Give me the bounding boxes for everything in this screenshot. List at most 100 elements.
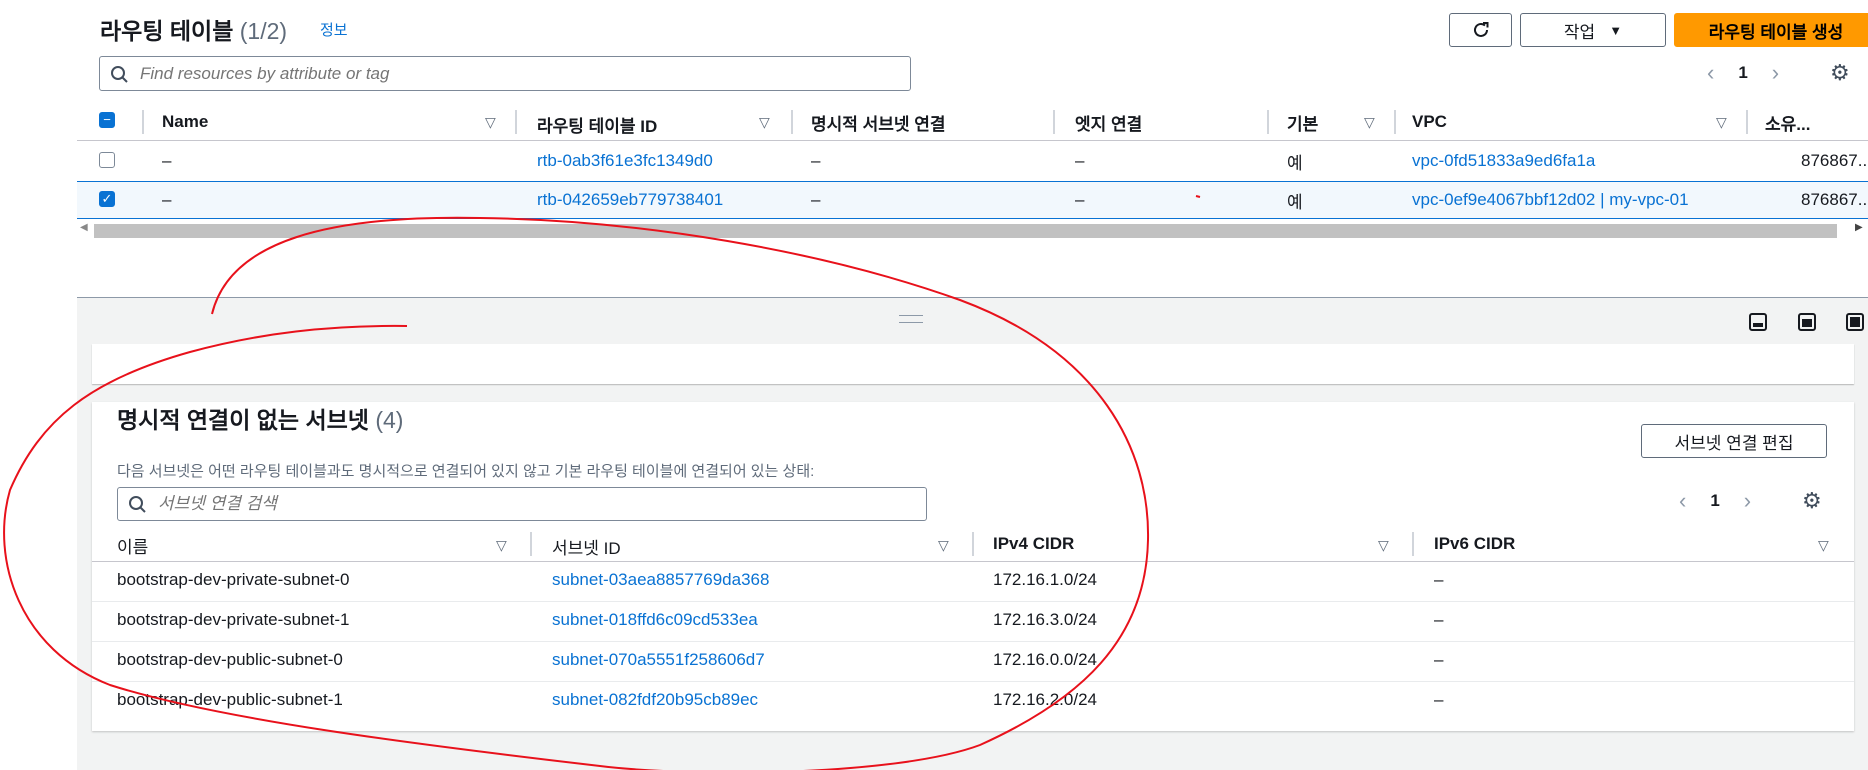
- page-number[interactable]: 1: [1710, 491, 1719, 511]
- create-route-table-button[interactable]: 라우팅 테이블 생성: [1674, 13, 1868, 47]
- sort-icon[interactable]: ▽: [938, 537, 949, 554]
- actions-label: 작업: [1563, 22, 1596, 42]
- table-row[interactable]: bootstrap-dev-public-subnet-1 subnet-082…: [92, 682, 1854, 721]
- subnets-pagination: ‹ 1 ›: [1679, 488, 1751, 514]
- subnet-id-link[interactable]: subnet-018ffd6c09cd533ea: [552, 610, 758, 630]
- sort-icon[interactable]: ▽: [1378, 537, 1389, 554]
- subnet-id-link[interactable]: subnet-03aea8857769da368: [552, 570, 769, 590]
- horizontal-scrollbar[interactable]: ◀ ▶: [77, 222, 1868, 240]
- column-divider: [1394, 110, 1396, 134]
- subnet-ipv4: 172.16.1.0/24: [993, 570, 1097, 589]
- chevron-left-icon[interactable]: ‹: [1679, 488, 1686, 514]
- col-subnet-name[interactable]: 이름: [117, 533, 148, 558]
- actions-dropdown[interactable]: 작업 ▼: [1520, 13, 1666, 47]
- info-link[interactable]: 정보: [320, 19, 348, 40]
- subnet-ipv6: –: [1434, 570, 1444, 589]
- table-row[interactable]: bootstrap-dev-public-subnet-0 subnet-070…: [92, 642, 1854, 682]
- column-divider: [142, 110, 144, 134]
- sort-icon[interactable]: ▽: [1716, 114, 1727, 131]
- col-ipv4-cidr[interactable]: IPv4 CIDR: [993, 534, 1074, 554]
- row-explicit: –: [811, 190, 821, 209]
- subnet-name: bootstrap-dev-private-subnet-0: [117, 570, 350, 589]
- edit-subnet-associations-button[interactable]: 서브넷 연결 편집: [1641, 424, 1827, 458]
- panel-side-icon[interactable]: [1797, 312, 1817, 337]
- route-tables-panel: 라우팅 테이블 (1/2) 정보 작업 ▼ 라우팅 테이블 생성 ‹ 1 › ⚙…: [77, 0, 1868, 298]
- route-tables-count: (1/2): [239, 18, 288, 44]
- table-row[interactable]: [77, 141, 1868, 181]
- sort-icon[interactable]: ▽: [1364, 114, 1375, 131]
- page-number[interactable]: 1: [1738, 63, 1747, 83]
- route-table-id-link[interactable]: rtb-0ab3f61e3fc1349d0: [537, 151, 713, 171]
- sort-icon[interactable]: ▽: [1818, 537, 1829, 554]
- subnet-name: bootstrap-dev-public-subnet-0: [117, 650, 343, 669]
- sort-icon[interactable]: ▽: [485, 114, 496, 131]
- route-tables-search[interactable]: [99, 56, 911, 91]
- sort-icon[interactable]: ▽: [759, 114, 770, 131]
- chevron-right-icon[interactable]: ›: [1772, 60, 1779, 86]
- col-vpc[interactable]: VPC: [1412, 112, 1447, 132]
- row-explicit: –: [811, 151, 821, 170]
- subnet-ipv4: 172.16.2.0/24: [993, 690, 1097, 709]
- scroll-left-icon[interactable]: ◀: [80, 222, 88, 233]
- vpc-link[interactable]: vpc-0ef9e4067bbf12d02 | my-vpc-01: [1412, 190, 1689, 210]
- route-table-id-link[interactable]: rtb-042659eb779738401: [537, 190, 723, 210]
- subnets-count: (4): [375, 407, 404, 433]
- subnet-ipv6: –: [1434, 690, 1444, 709]
- column-divider: [1053, 110, 1055, 134]
- row-owner: 876867...: [1801, 190, 1868, 209]
- table-row[interactable]: bootstrap-dev-private-subnet-1 subnet-01…: [92, 602, 1854, 642]
- column-divider: [530, 532, 532, 556]
- col-explicit-subnet[interactable]: 명시적 서브넷 연결: [811, 110, 946, 135]
- col-route-table-id[interactable]: 라우팅 테이블 ID: [537, 112, 657, 137]
- col-owner[interactable]: 소유...: [1765, 110, 1810, 135]
- row-owner: 876867...: [1801, 151, 1868, 170]
- refresh-button[interactable]: [1449, 13, 1512, 47]
- column-divider: [515, 110, 517, 134]
- row-checkbox[interactable]: ✓: [99, 191, 115, 207]
- row-main: 예: [1287, 154, 1303, 173]
- subnet-ipv6: –: [1434, 650, 1444, 669]
- column-divider: [1267, 110, 1269, 134]
- subnet-name: bootstrap-dev-public-subnet-1: [117, 690, 343, 709]
- chevron-left-icon[interactable]: ‹: [1707, 60, 1714, 86]
- route-tables-pagination: ‹ 1 ›: [1707, 60, 1779, 86]
- col-main[interactable]: 기본: [1287, 110, 1318, 135]
- search-icon: [129, 496, 146, 513]
- col-name[interactable]: Name: [162, 112, 208, 132]
- select-all-checkbox[interactable]: −: [99, 112, 115, 128]
- resize-handle-icon[interactable]: [899, 315, 923, 323]
- subnet-ipv4: 172.16.0.0/24: [993, 650, 1097, 669]
- vpc-link[interactable]: vpc-0fd51833a9ed6fa1a: [1412, 151, 1595, 171]
- column-divider: [1746, 110, 1748, 134]
- chevron-right-icon[interactable]: ›: [1744, 488, 1751, 514]
- table-row[interactable]: bootstrap-dev-private-subnet-0 subnet-03…: [92, 562, 1854, 602]
- scrollbar-thumb[interactable]: [94, 224, 1837, 238]
- sort-icon[interactable]: ▽: [496, 537, 507, 554]
- row-name: –: [162, 151, 172, 170]
- row-checkbox[interactable]: [99, 152, 115, 168]
- column-divider: [1412, 532, 1414, 556]
- col-edge-association[interactable]: 엣지 연결: [1075, 110, 1142, 135]
- row-edge: –: [1075, 190, 1085, 209]
- search-icon: [111, 65, 128, 83]
- subnet-id-link[interactable]: subnet-070a5551f258606d7: [552, 650, 765, 670]
- panel-full-icon[interactable]: [1845, 312, 1865, 337]
- column-divider: [972, 532, 974, 556]
- preferences-gear-icon[interactable]: ⚙: [1830, 60, 1850, 86]
- scroll-right-icon[interactable]: ▶: [1855, 222, 1863, 233]
- preferences-gear-icon[interactable]: ⚙: [1802, 488, 1822, 514]
- col-subnet-id[interactable]: 서브넷 ID: [552, 534, 621, 559]
- row-edge: –: [1075, 151, 1085, 170]
- row-main: 예: [1287, 193, 1303, 212]
- row-name: –: [162, 190, 172, 209]
- subnet-id-link[interactable]: subnet-082fdf20b95cb89ec: [552, 690, 758, 710]
- route-tables-search-input[interactable]: [138, 62, 871, 85]
- col-ipv6-cidr[interactable]: IPv6 CIDR: [1434, 534, 1515, 554]
- panel-bottom-icon[interactable]: [1748, 312, 1768, 337]
- refresh-icon: [1473, 22, 1488, 37]
- subnet-ipv4: 172.16.3.0/24: [993, 610, 1097, 629]
- caret-down-icon: ▼: [1609, 22, 1623, 38]
- subnet-search-input[interactable]: [156, 493, 888, 515]
- subnet-search[interactable]: [117, 487, 927, 521]
- subnet-name: bootstrap-dev-private-subnet-1: [117, 610, 350, 629]
